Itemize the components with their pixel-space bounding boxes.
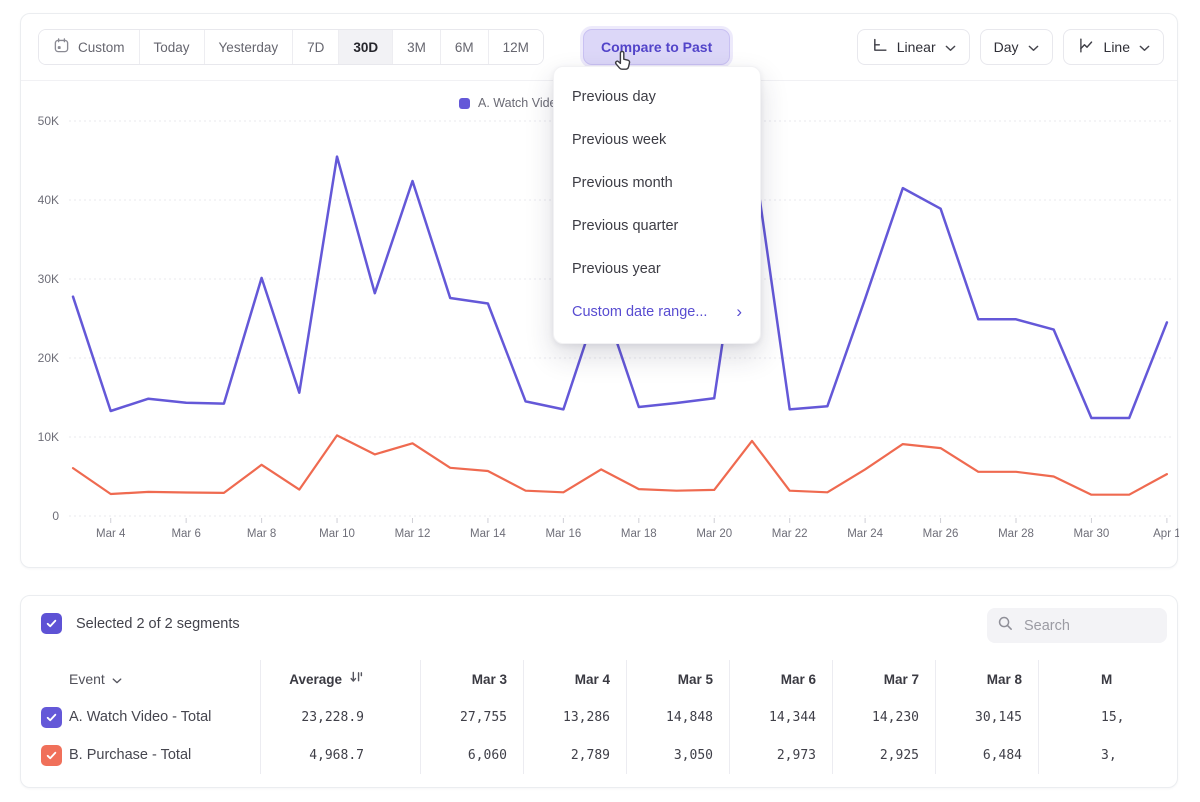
svg-text:Mar 24: Mar 24	[847, 528, 883, 540]
search-box	[987, 608, 1167, 643]
column-header-label: Average	[289, 672, 342, 687]
menu-item-label: Custom date range...	[572, 304, 707, 320]
value-cell: 30,145	[936, 698, 1039, 736]
legend-label: A. Watch Video	[478, 96, 563, 110]
menu-item-custom-date-range[interactable]: Custom date range... ›	[554, 290, 760, 333]
selected-segments-label: Selected 2 of 2 segments	[76, 616, 240, 632]
value-cell: 3,050	[627, 736, 730, 774]
segment-label: B. Purchase - Total	[69, 747, 191, 763]
svg-text:30K: 30K	[38, 272, 59, 286]
value-cell: 27,755	[421, 698, 524, 736]
select-all-checkbox[interactable]	[41, 613, 62, 634]
svg-text:20K: 20K	[38, 351, 59, 365]
svg-text:Mar 20: Mar 20	[696, 528, 732, 540]
menu-item-previous-month[interactable]: Previous month	[554, 161, 760, 204]
chevron-down-icon	[112, 671, 122, 687]
value-cell: 13,286	[524, 698, 627, 736]
column-header-mar-8: Mar 8	[936, 660, 1039, 698]
value-cell: 2,973	[730, 736, 833, 774]
svg-text:Mar 30: Mar 30	[1074, 528, 1110, 540]
value-cell: 14,344	[730, 698, 833, 736]
svg-text:Mar 18: Mar 18	[621, 528, 657, 540]
svg-text:Mar 6: Mar 6	[171, 528, 200, 540]
value-cell: 2,925	[833, 736, 936, 774]
value-cell-clipped: 3,	[1039, 736, 1177, 774]
svg-text:50K: 50K	[38, 114, 59, 128]
legend-item-a-watch-video[interactable]: A. Watch Video	[459, 96, 563, 110]
segment-label: A. Watch Video - Total	[69, 709, 211, 725]
svg-text:40K: 40K	[38, 193, 59, 207]
chevron-right-icon: ›	[736, 303, 742, 320]
svg-text:Mar 26: Mar 26	[923, 528, 959, 540]
svg-text:Mar 16: Mar 16	[545, 528, 581, 540]
column-header-mar-3: Mar 3	[421, 660, 524, 698]
svg-text:Apr 1: Apr 1	[1153, 528, 1179, 540]
column-header-mar-4: Mar 4	[524, 660, 627, 698]
search-icon	[997, 615, 1014, 637]
table-row: B. Purchase - Total 4,968.76,0602,7893,05…	[21, 736, 1177, 774]
segment-checkbox[interactable]	[41, 707, 62, 728]
analytics-page: CustomTodayYesterday7D30D3M6M12M Compare…	[0, 0, 1200, 802]
menu-item-previous-year[interactable]: Previous year	[554, 247, 760, 290]
value-cell: 14,848	[627, 698, 730, 736]
column-header-event[interactable]: Event	[21, 660, 261, 698]
segments-table-card: Selected 2 of 2 segments Event Average Mar…	[20, 595, 1178, 788]
svg-text:Mar 8: Mar 8	[247, 528, 276, 540]
svg-text:Mar 12: Mar 12	[395, 528, 431, 540]
svg-text:Mar 28: Mar 28	[998, 528, 1034, 540]
table-row: A. Watch Video - Total 23,228.927,75513,2…	[21, 698, 1177, 736]
legend-swatch	[459, 98, 470, 109]
column-header-label: Event	[69, 671, 105, 687]
value-cell: 14,230	[833, 698, 936, 736]
value-cell: 6,060	[421, 736, 524, 774]
segment-checkbox[interactable]	[41, 745, 62, 766]
menu-item-previous-week[interactable]: Previous week	[554, 118, 760, 161]
svg-text:Mar 10: Mar 10	[319, 528, 355, 540]
segments-table: Event Average Mar 3Mar 4Mar 5Mar 6Mar 7Mar…	[21, 660, 1177, 774]
column-header-mar-6: Mar 6	[730, 660, 833, 698]
value-cell: 6,484	[936, 736, 1039, 774]
svg-text:Mar 4: Mar 4	[96, 528, 126, 540]
svg-text:Mar 22: Mar 22	[772, 528, 808, 540]
value-cell: 2,789	[524, 736, 627, 774]
column-header-clipped: M	[1039, 660, 1177, 698]
value-cell-clipped: 15,	[1039, 698, 1177, 736]
svg-text:0: 0	[52, 509, 59, 523]
svg-text:10K: 10K	[38, 430, 59, 444]
column-header-average[interactable]: Average	[261, 660, 421, 698]
segment-cell: A. Watch Video - Total	[21, 698, 261, 736]
average-value-cell: 4,968.7	[261, 736, 421, 774]
menu-item-previous-day[interactable]: Previous day	[554, 75, 760, 118]
average-value-cell: 23,228.9	[261, 698, 421, 736]
sort-descending-icon	[342, 670, 364, 688]
svg-text:Mar 14: Mar 14	[470, 528, 506, 540]
column-header-mar-7: Mar 7	[833, 660, 936, 698]
segment-cell: B. Purchase - Total	[21, 736, 261, 774]
table-header-row: Event Average Mar 3Mar 4Mar 5Mar 6Mar 7Mar…	[21, 660, 1177, 698]
search-input[interactable]	[1022, 617, 1151, 635]
menu-item-previous-quarter[interactable]: Previous quarter	[554, 204, 760, 247]
column-header-mar-5: Mar 5	[627, 660, 730, 698]
compare-to-past-menu: Previous dayPrevious weekPrevious monthP…	[553, 66, 761, 344]
